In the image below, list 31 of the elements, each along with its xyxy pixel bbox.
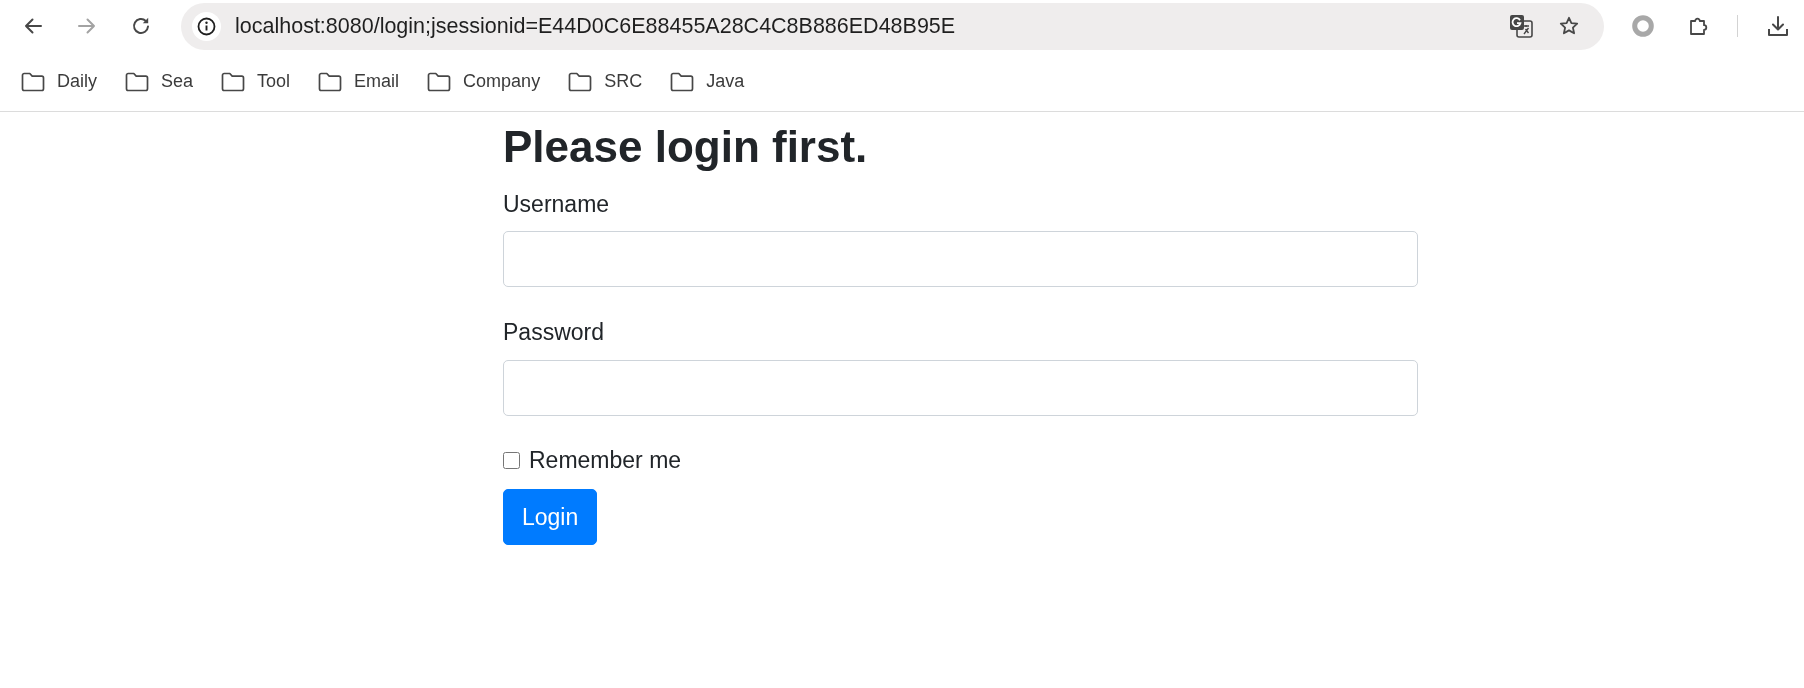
bookmark-folder[interactable]: Company: [427, 68, 541, 95]
reload-icon[interactable]: [131, 16, 151, 36]
folder-icon: [21, 71, 45, 92]
bookmark-folder[interactable]: Email: [318, 68, 400, 95]
bookmark-folder[interactable]: Java: [670, 68, 745, 95]
folder-icon: [221, 71, 246, 92]
download-icon[interactable]: [1767, 15, 1789, 37]
translate-icon[interactable]: [1509, 14, 1533, 38]
page-heading: Please login first.: [503, 121, 869, 173]
folder-icon: [427, 71, 452, 92]
folder-icon: [318, 71, 343, 92]
star-icon[interactable]: [1559, 16, 1579, 36]
back-arrow-icon[interactable]: [23, 16, 43, 36]
login-button[interactable]: Login: [503, 489, 598, 545]
remember-checkbox[interactable]: [503, 451, 520, 469]
bookmark-folder[interactable]: Tool: [221, 68, 291, 95]
bookmark-folder[interactable]: SRC: [568, 68, 643, 95]
field-label: Username: [503, 189, 611, 219]
bookmark-folder[interactable]: Sea: [125, 68, 194, 95]
field-label: Password: [503, 318, 605, 348]
bookmark-folder[interactable]: Daily: [21, 68, 97, 95]
remember-label[interactable]: Remember me: [529, 442, 682, 478]
input-field[interactable]: [503, 359, 1418, 416]
puzzle-icon[interactable]: [1689, 16, 1709, 36]
input-field[interactable]: [503, 231, 1418, 288]
url-text: localhost:8080/login;jsessionid=E44D0C6E88455A28C4C8B886ED48B95E: [235, 12, 956, 40]
folder-icon: [568, 71, 593, 92]
info-icon[interactable]: [192, 11, 221, 41]
address-bar[interactable]: localhost:8080/login;jsessionid=E44D0C6E88455A28C4C8B886ED48B95E: [181, 2, 1604, 50]
folder-icon: [670, 71, 695, 92]
folder-icon: [125, 71, 149, 92]
